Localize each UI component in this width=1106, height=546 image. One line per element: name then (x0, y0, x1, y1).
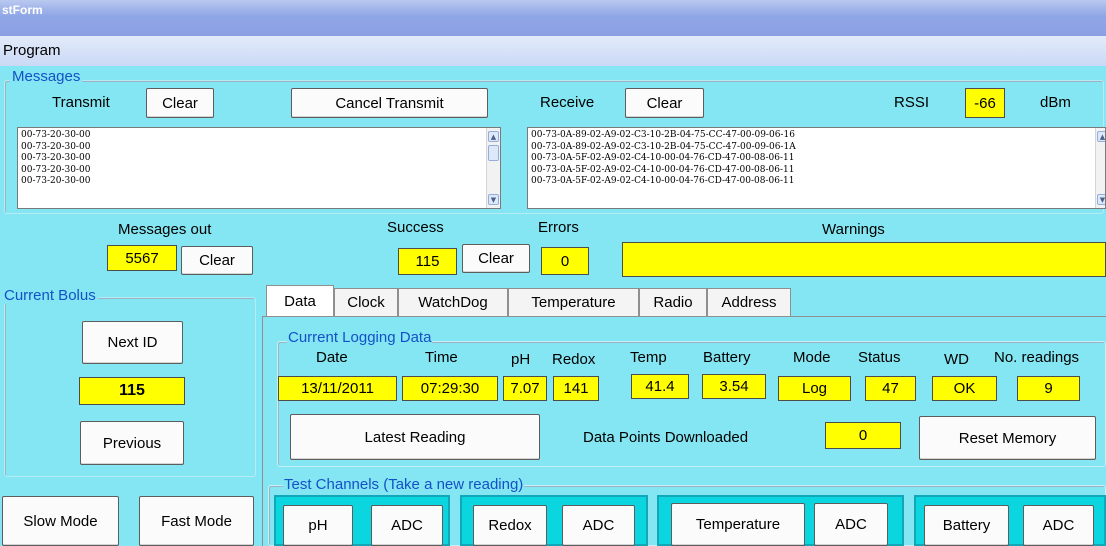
list-item: 00-73-0A-89-02-A9-02-C3-10-2B-04-75-CC-4… (531, 141, 796, 152)
menu-bar: Program (0, 36, 1106, 66)
tab-address[interactable]: Address (707, 288, 791, 316)
value-temp: 41.4 (631, 374, 689, 399)
list-item: 00-73-20-30-00 (21, 176, 91, 186)
list-item: 00-73-0A-5F-02-A9-02-C4-10-00-04-76-CD-4… (531, 153, 795, 163)
value-status: 47 (865, 376, 916, 401)
tab-radio[interactable]: Radio (639, 288, 707, 316)
header-date: Date (316, 349, 348, 366)
list-item: 00-73-0A-5F-02-A9-02-C4-10-00-04-76-CD-4… (531, 164, 795, 175)
header-wd: WD (944, 351, 969, 368)
slow-mode-button[interactable]: Slow Mode (2, 496, 119, 546)
list-item: 00-73-20-30-00 (21, 153, 91, 163)
temperature-button[interactable]: Temperature (671, 503, 805, 546)
tab-clock[interactable]: Clock (334, 288, 398, 316)
value-date: 13/11/2011 (278, 376, 397, 401)
header-time: Time (425, 349, 458, 366)
list-item: 00-73-0A-89-02-A9-02-C3-10-2B-04-75-CC-4… (531, 130, 795, 140)
header-mode: Mode (793, 349, 831, 366)
battery-button[interactable]: Battery (924, 505, 1009, 546)
value-time: 07:29:30 (402, 376, 498, 401)
menu-item-program[interactable]: Program (3, 42, 61, 59)
success-label: Success (387, 219, 444, 236)
scroll-down-icon[interactable]: ▼ (1097, 194, 1105, 205)
success-clear-button[interactable]: Clear (462, 244, 530, 273)
rssi-value: -66 (965, 88, 1005, 118)
messages-out-clear-button[interactable]: Clear (181, 246, 253, 275)
latest-reading-button[interactable]: Latest Reading (290, 414, 540, 460)
test-channels-group-label: Test Channels (Take a new reading) (283, 476, 525, 493)
value-readings: 9 (1017, 376, 1080, 401)
temperature-adc-button[interactable]: ADC (814, 503, 888, 546)
messages-group-label: Messages (10, 68, 83, 85)
transmit-clear-button[interactable]: Clear (146, 88, 214, 118)
value-battery: 3.54 (702, 374, 766, 399)
warnings-field (622, 242, 1106, 277)
receive-scrollbar[interactable]: ▲ ▼ (1095, 128, 1105, 208)
scroll-up-icon[interactable]: ▲ (488, 131, 499, 142)
tab-data[interactable]: Data (266, 285, 334, 316)
title-bar: stForm (0, 0, 1106, 36)
downloaded-label: Data Points Downloaded (583, 429, 749, 446)
list-item: 00-73-20-30-00 (21, 130, 91, 140)
transmit-scrollbar[interactable]: ▲ ▼ (486, 128, 500, 208)
fast-mode-button[interactable]: Fast Mode (139, 496, 254, 546)
header-readings: No. readings (994, 349, 1080, 366)
tab-watchdog[interactable]: WatchDog (398, 288, 508, 316)
redox-button[interactable]: Redox (473, 505, 547, 546)
tab-temperature[interactable]: Temperature (508, 288, 639, 316)
scroll-thumb[interactable] (488, 145, 499, 161)
messages-out-value: 5567 (107, 245, 177, 271)
ph-button[interactable]: pH (283, 505, 353, 546)
success-value: 115 (398, 248, 457, 275)
header-ph: pH (511, 351, 531, 368)
transmit-list[interactable]: 00-73-20-30-00 00-73-20-30-00 00-73-20-3… (17, 127, 501, 209)
transmit-label: Transmit (52, 94, 110, 111)
list-item: 00-73-0A-5F-02-A9-02-C4-10-00-04-76-CD-4… (531, 176, 795, 186)
header-battery: Battery (703, 349, 751, 366)
redox-adc-button[interactable]: ADC (562, 505, 635, 546)
ph-adc-button[interactable]: ADC (371, 505, 443, 546)
value-redox: 141 (553, 376, 599, 401)
rssi-label: RSSI (894, 94, 930, 111)
header-temp: Temp (630, 349, 667, 366)
previous-button[interactable]: Previous (80, 421, 184, 465)
errors-label: Errors (538, 219, 579, 236)
battery-adc-button[interactable]: ADC (1023, 505, 1094, 546)
bolus-value: 115 (79, 377, 185, 405)
warnings-label: Warnings (822, 221, 885, 238)
scroll-up-icon[interactable]: ▲ (1097, 131, 1105, 142)
receive-clear-button[interactable]: Clear (625, 88, 704, 118)
downloaded-value: 0 (825, 422, 901, 449)
cancel-transmit-button[interactable]: Cancel Transmit (291, 88, 488, 118)
rssi-unit: dBm (1040, 94, 1071, 111)
reset-memory-button[interactable]: Reset Memory (919, 416, 1096, 460)
header-redox: Redox (552, 351, 596, 368)
window-title: stForm (2, 3, 43, 17)
scroll-down-icon[interactable]: ▼ (488, 194, 499, 205)
bolus-group-label: Current Bolus (2, 287, 98, 304)
value-ph: 7.07 (503, 376, 547, 401)
receive-list[interactable]: 00-73-0A-89-02-A9-02-C3-10-2B-04-75-CC-4… (527, 127, 1106, 209)
receive-label: Receive (540, 94, 595, 111)
errors-value: 0 (541, 247, 589, 275)
messages-out-label: Messages out (118, 221, 212, 238)
value-wd: OK (932, 376, 997, 401)
logging-group-label: Current Logging Data (287, 329, 433, 346)
next-id-button[interactable]: Next ID (82, 321, 183, 364)
list-item: 00-73-20-30-00 (21, 164, 91, 175)
header-status: Status (858, 349, 901, 366)
value-mode: Log (778, 376, 851, 401)
list-item: 00-73-20-30-00 (21, 141, 91, 152)
